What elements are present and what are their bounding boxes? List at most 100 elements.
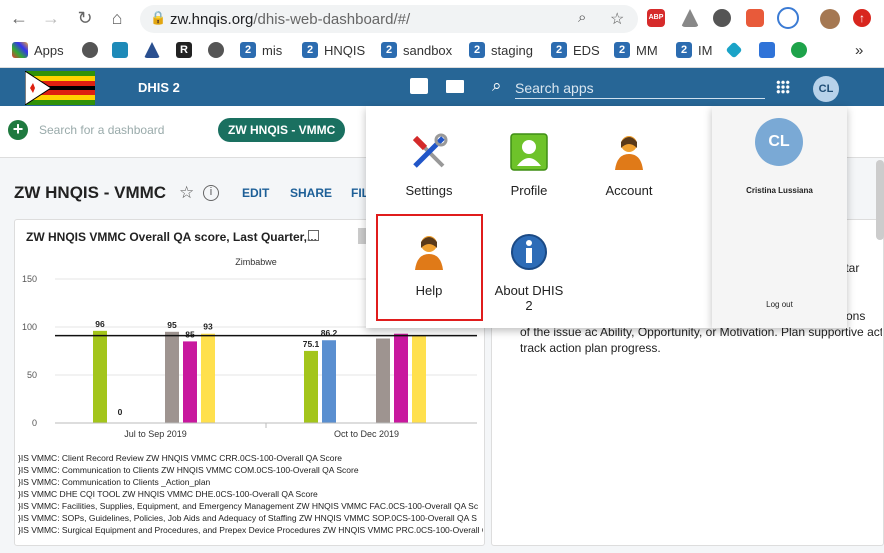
chart-subtitle: Zimbabwe [235, 257, 277, 267]
update-icon[interactable]: ↑ [853, 9, 871, 27]
r-logo-icon: R [176, 42, 192, 58]
home-icon[interactable]: ⌂ [106, 7, 128, 29]
bookmark-pin[interactable] [112, 40, 134, 60]
legend-entry[interactable]: }IS VMMC DHE CQI TOOL ZW HNQIS VMMC DHE.… [18, 489, 483, 499]
bookmark-hnqis[interactable]: 2 HNQIS [302, 40, 365, 60]
chart-bar [412, 335, 426, 423]
menu-item-label: Profile [510, 183, 548, 198]
chart-bar [394, 333, 408, 423]
chart-bar [322, 340, 336, 423]
url-host: zw.hnqis.org [170, 11, 254, 28]
bookmark-star-icon[interactable]: ☆ [610, 9, 624, 29]
dashboard-chip-active[interactable]: ZW HNQIS - VMMC [218, 118, 346, 142]
adblock-icon[interactable]: ABP [647, 9, 665, 27]
extension-robot-icon[interactable] [746, 9, 764, 27]
bookmark-eds[interactable]: 2 EDS [551, 40, 600, 60]
legend-entry[interactable]: }IS VMMC: Facilities, Supplies, Equipmen… [18, 501, 483, 511]
messages-icon[interactable] [410, 78, 428, 94]
zoom-icon[interactable]: ⌕ [578, 9, 586, 26]
data-label: 0 [118, 407, 123, 417]
drive-triangle-icon [144, 42, 160, 58]
globe-icon [82, 42, 98, 58]
search-apps-input[interactable]: Search apps [515, 80, 765, 99]
forward-icon[interactable]: → [40, 7, 62, 29]
bookmarks-overflow[interactable]: » [855, 40, 863, 60]
legend-entry[interactable]: }IS VMMC: Surgical Equipment and Procedu… [18, 525, 483, 535]
bookmark-im[interactable]: 2 IM [676, 40, 712, 60]
menu-item-account[interactable]: Account [574, 132, 684, 198]
user-profile-icon[interactable] [820, 9, 840, 29]
extension-active-icon[interactable] [777, 7, 799, 29]
info-icon[interactable]: i [203, 185, 219, 201]
edit-button[interactable]: EDIT [242, 186, 269, 200]
data-label: 95 [167, 320, 177, 330]
dhis2-icon: 2 [381, 42, 397, 58]
dhis2-icon: 2 [302, 42, 318, 58]
legend-entry[interactable]: }IS VMMC: Client Record Review ZW HNQIS … [18, 453, 483, 463]
app-title: DHIS 2 [138, 80, 180, 95]
bookmark-mis[interactable]: 2 mis [240, 40, 282, 60]
logout-button[interactable]: Log out [712, 300, 847, 309]
jira-icon [759, 42, 775, 58]
menu-item-label: About DHIS 2 [494, 283, 564, 313]
zimbabwe-flag-logo[interactable] [25, 71, 95, 105]
open-external-icon[interactable] [308, 230, 319, 241]
map-pin-icon [112, 42, 128, 58]
apps-grid-icon [12, 42, 28, 58]
search-icon: ⌕ [492, 76, 502, 95]
data-label: 85 [185, 329, 195, 339]
y-tick-label: 150 [22, 274, 37, 284]
x-tick-label: Oct to Dec 2019 [334, 429, 399, 439]
reload-icon[interactable]: ↻ [74, 7, 96, 29]
menu-item-settings[interactable]: Settings [374, 132, 484, 198]
bookmark-r[interactable]: R [176, 40, 198, 60]
mail-icon[interactable] [446, 80, 464, 93]
settings-tools-icon [412, 133, 448, 168]
url-path: /dhis-web-dashboard/#/ [253, 11, 411, 28]
lock-icon: 🔒 [150, 10, 167, 25]
dashboard-search-input[interactable]: Search for a dashboard [39, 123, 164, 137]
bookmark-layers[interactable] [725, 40, 746, 60]
dhis2-icon: 2 [240, 42, 256, 58]
extension-circle-icon[interactable] [713, 9, 731, 27]
bookmark-jira[interactable] [759, 40, 781, 60]
about-info-icon [511, 234, 547, 270]
drive-icon[interactable] [681, 9, 699, 27]
account-person-icon [615, 136, 643, 170]
bookmark-headset[interactable] [791, 40, 813, 60]
chart-bar [183, 341, 197, 423]
bookmark-sandbox[interactable]: 2 sandbox [381, 40, 452, 60]
bookmark-triangle[interactable] [144, 40, 166, 60]
chart-bar [376, 338, 390, 423]
chart-bar [165, 331, 179, 423]
legend-entry[interactable]: }IS VMMC: Communication to Clients _Acti… [18, 477, 483, 487]
chart-bar [201, 333, 215, 423]
share-button[interactable]: SHARE [290, 186, 332, 200]
bookmarks-bar: Apps R 2 mis 2 HNQIS 2 sandbox 2 staging 2 ED… [0, 38, 884, 64]
star-icon[interactable]: ☆ [179, 183, 194, 203]
bookmark-apps[interactable]: Apps [12, 40, 64, 60]
browser-chrome: ← → ↻ ⌂ 🔒 zw.hnqis.org/dhis-web-dashboar… [0, 0, 884, 68]
data-label: 75.1 [303, 339, 320, 349]
address-bar[interactable]: 🔒 zw.hnqis.org/dhis-web-dashboard/#/ ⌕ ☆ [140, 5, 638, 33]
dhis2-icon: 2 [614, 42, 630, 58]
bookmark-globe[interactable] [82, 40, 104, 60]
header-avatar[interactable]: CL [813, 76, 839, 102]
legend-entry[interactable]: }IS VMMC: Communication to Clients ZW HN… [18, 465, 483, 475]
bookmark-mm[interactable]: 2 MM [614, 40, 658, 60]
bookmark-globe-2[interactable] [208, 40, 230, 60]
back-icon[interactable]: ← [8, 7, 30, 29]
page-scrollbar[interactable] [876, 160, 884, 240]
profile-panel: CL Cristina Lussiana Log out [712, 106, 847, 328]
menu-item-label: Account [605, 183, 653, 198]
add-dashboard-button[interactable]: + [8, 120, 28, 140]
menu-item-profile[interactable]: Profile [474, 132, 584, 198]
bookmark-staging[interactable]: 2 staging [469, 40, 533, 60]
dhis2-icon: 2 [676, 42, 692, 58]
data-label: 96 [95, 319, 105, 329]
y-tick-label: 100 [22, 322, 37, 332]
profile-avatar: CL [755, 118, 803, 166]
legend-entry[interactable]: }IS VMMC: SOPs, Guidelines, Policies, Jo… [18, 513, 483, 523]
apps-grid-icon[interactable] [776, 80, 790, 94]
menu-item-about[interactable]: About DHIS 2 [474, 232, 584, 313]
